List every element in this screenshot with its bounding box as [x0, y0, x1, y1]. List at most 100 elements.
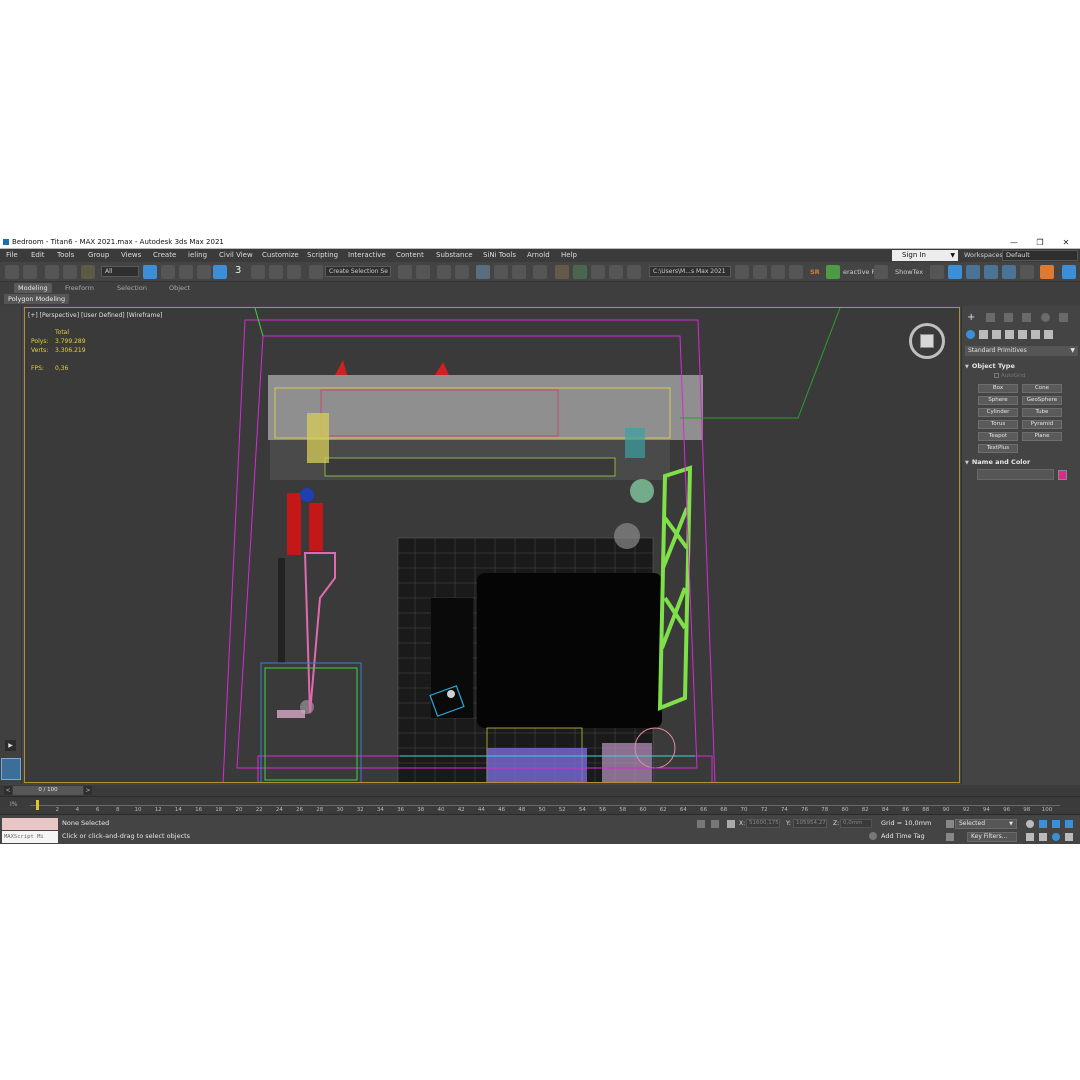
render-icon[interactable]	[591, 265, 605, 279]
object-name-field[interactable]	[977, 469, 1054, 480]
schematic-view-icon[interactable]	[512, 265, 526, 279]
close-button[interactable]: ✕	[1054, 236, 1078, 249]
menu-tools[interactable]: Tools	[57, 251, 74, 259]
render-iterative-icon[interactable]	[627, 265, 641, 279]
spinner-snap-icon[interactable]	[287, 265, 301, 279]
zoom-extents-all-icon[interactable]	[1065, 820, 1073, 828]
zoom-all-icon[interactable]	[1039, 820, 1047, 828]
helpers-category-icon[interactable]	[1018, 330, 1027, 339]
menu-civil-view[interactable]: Civil View	[219, 251, 253, 259]
menu-scripting[interactable]: Scripting	[307, 251, 338, 259]
prev-frame-button[interactable]: <	[4, 786, 12, 795]
add-time-tag[interactable]: Add Time Tag	[881, 832, 925, 840]
scene-explorer-icon[interactable]	[437, 265, 451, 279]
tube-button[interactable]: Tube	[1022, 408, 1062, 417]
rectangular-selection-icon[interactable]	[179, 265, 193, 279]
viewport-layout-icon[interactable]	[1002, 265, 1016, 279]
toggle-ribbon-icon[interactable]	[476, 265, 490, 279]
curve-editor-icon[interactable]	[494, 265, 508, 279]
geometry-category-icon[interactable]	[966, 330, 975, 339]
project-settings-icon[interactable]	[789, 265, 803, 279]
layers-stack-icon[interactable]	[826, 265, 840, 279]
flask-icon[interactable]	[874, 265, 888, 279]
current-frame-marker[interactable]	[36, 800, 39, 810]
menu-file[interactable]: File	[6, 251, 18, 259]
cylinder-button[interactable]: Cylinder	[978, 408, 1018, 417]
selection-set-dropdown[interactable]: Selected ▼	[955, 819, 1017, 829]
safe-frame-icon[interactable]	[966, 265, 980, 279]
link-icon[interactable]	[45, 265, 59, 279]
unlink-icon[interactable]	[63, 265, 77, 279]
shapes-category-icon[interactable]	[979, 330, 988, 339]
render-setup-icon[interactable]	[555, 265, 569, 279]
plane-button[interactable]: Plane	[1022, 432, 1062, 441]
selection-filter-dropdown[interactable]: All	[101, 266, 139, 277]
railclone-icon[interactable]	[1062, 265, 1076, 279]
mirror-icon[interactable]	[398, 265, 412, 279]
layer-explorer-icon[interactable]	[455, 265, 469, 279]
perspective-viewport[interactable]: [+] [Perspective] [User Defined] [Wirefr…	[24, 307, 960, 783]
edit-named-selection-icon[interactable]	[309, 265, 323, 279]
render-production-icon[interactable]	[609, 265, 623, 279]
menu-views[interactable]: Views	[121, 251, 141, 259]
name-and-color-rollout[interactable]: ▼ Name and Color	[965, 458, 1078, 466]
cone-button[interactable]: Cone	[1022, 384, 1062, 393]
grid-toggle-icon[interactable]	[984, 265, 998, 279]
maxscript-listener[interactable]: MAXScript Mi	[2, 818, 58, 844]
auto-key-icon[interactable]	[946, 820, 954, 828]
maximize-viewport-icon[interactable]	[1065, 833, 1073, 841]
display-tab-icon[interactable]	[1041, 313, 1050, 322]
workspace-select[interactable]: Default	[1002, 250, 1078, 261]
select-by-name-icon[interactable]	[161, 265, 175, 279]
named-selection-set-dropdown[interactable]: Create Selection Se	[325, 266, 391, 277]
torus-button[interactable]: Torus	[978, 420, 1018, 429]
undo-icon[interactable]	[5, 265, 19, 279]
track-bar[interactable]: I% 2 4 6 8 10 12 14 16 18 20 22 24 26 28 30 32 34 36 38 40 4…	[0, 796, 1080, 814]
refresh-icon[interactable]	[930, 265, 944, 279]
hierarchy-tab-icon[interactable]	[1004, 313, 1013, 322]
align-icon[interactable]	[416, 265, 430, 279]
select-move-icon[interactable]	[197, 265, 211, 279]
material-editor-icon[interactable]	[533, 265, 547, 279]
next-frame-button[interactable]: >	[84, 786, 92, 795]
menu-interactive[interactable]: Interactive	[348, 251, 386, 259]
object-color-swatch[interactable]	[1058, 470, 1067, 480]
viewport-layout-tab-icon[interactable]	[1, 758, 21, 780]
curve-toggle-icon[interactable]: I%	[10, 801, 17, 808]
sr-label[interactable]: SR	[810, 268, 820, 276]
menu-content[interactable]: Content	[396, 251, 424, 259]
selection-lock-icon[interactable]	[711, 820, 719, 828]
menu-group[interactable]: Group	[88, 251, 109, 259]
maxscript-output[interactable]	[2, 818, 58, 830]
time-slider[interactable]: 0 / 100	[13, 786, 83, 795]
pan-view-icon[interactable]	[1039, 833, 1047, 841]
autogrid-checkbox[interactable]: AutoGrid	[994, 373, 1025, 379]
key-filters-button[interactable]: Key Filters...	[967, 832, 1017, 842]
project-folder-icon[interactable]	[735, 265, 749, 279]
x-coord-field[interactable]: 51600,175	[746, 819, 780, 828]
tab-modeling[interactable]: Modeling	[14, 283, 52, 293]
sphere-button[interactable]: Sphere	[978, 396, 1018, 405]
motion-tab-icon[interactable]	[1022, 313, 1031, 322]
zoom-icon[interactable]	[1026, 820, 1034, 828]
viewcube-icon[interactable]	[909, 323, 945, 359]
menu-edit[interactable]: Edit	[31, 251, 45, 259]
utilities-tab-icon[interactable]	[1059, 313, 1068, 322]
viewport-shading-icon[interactable]	[948, 265, 962, 279]
object-type-rollout[interactable]: ▼ Object Type	[965, 362, 1078, 370]
tab-object[interactable]: Object	[165, 283, 194, 293]
viewport-label[interactable]: [+] [Perspective] [User Defined] [Wirefr…	[28, 312, 163, 319]
field-of-view-icon[interactable]	[1026, 833, 1034, 841]
menu-help[interactable]: Help	[561, 251, 577, 259]
polygon-modeling-panel[interactable]: Polygon Modeling	[4, 294, 70, 304]
sign-in-dropdown[interactable]: Sign In ▼	[892, 250, 958, 261]
menu-customize[interactable]: Customize	[262, 251, 299, 259]
zoom-extents-icon[interactable]	[1052, 820, 1060, 828]
absolute-mode-icon[interactable]	[727, 820, 735, 828]
systems-category-icon[interactable]	[1044, 330, 1053, 339]
cameras-category-icon[interactable]	[1005, 330, 1014, 339]
project-path-dropdown[interactable]: C:\Users\M...s Max 2021	[649, 266, 731, 277]
tab-selection[interactable]: Selection	[113, 283, 151, 293]
textplus-button[interactable]: TextPlus	[978, 444, 1018, 453]
viewcube-face[interactable]	[920, 334, 934, 348]
